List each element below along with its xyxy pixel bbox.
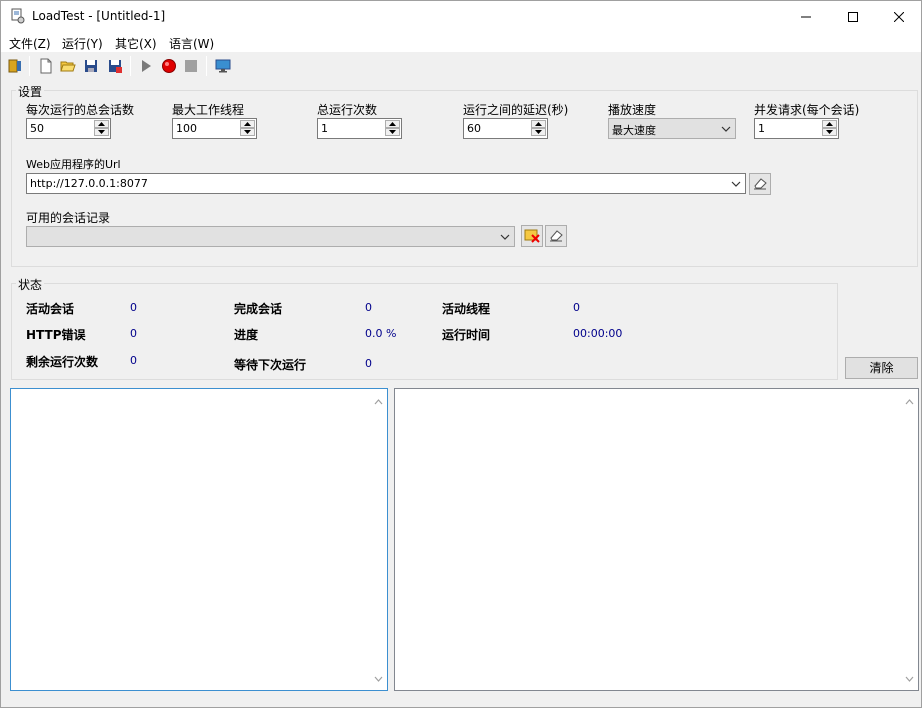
run-time-label: 运行时间 [442,328,491,342]
max-threads-spinner[interactable]: 100 [172,118,257,139]
waiting-next-label: 等待下次运行 [234,358,307,372]
close-button[interactable] [876,1,922,32]
menu-run[interactable]: 运行(Y) [62,34,103,53]
status-bar [1,693,921,707]
scroll-down-icon[interactable] [374,671,383,685]
toolbar-separator [206,56,207,76]
toolbar [1,52,921,80]
clear-url-button[interactable] [749,173,771,195]
sessions-label: 可用的会话记录 [26,211,111,225]
record-icon[interactable] [159,56,179,76]
spin-down-icon[interactable] [385,128,400,136]
scroll-up-icon[interactable] [374,394,383,408]
new-file-icon[interactable] [36,56,56,76]
http-errors-value: 0 [130,327,137,340]
waiting-next-value: 0 [365,357,372,370]
toolbar-separator [130,56,131,76]
scroll-down-icon[interactable] [905,671,914,685]
menu-other[interactable]: 其它(X) [115,34,157,53]
right-output-pane[interactable] [394,388,919,691]
progress-value: 0.0 % [365,327,397,340]
active-sessions-value: 0 [130,301,137,314]
active-threads-value: 0 [573,301,580,314]
total-runs-value: 1 [321,122,328,135]
title-bar: LoadTest - [Untitled-1] [1,1,921,32]
maximize-button[interactable] [830,1,876,32]
spin-down-icon[interactable] [240,128,255,136]
chevron-down-icon [720,123,732,135]
status-group-label: 状态 [16,276,45,293]
run-time-value: 00:00:00 [573,327,623,340]
sessions-combo[interactable] [26,226,515,247]
delay-label: 运行之间的延迟(秒) [463,103,569,117]
playback-speed-select[interactable]: 最大速度 [608,118,736,139]
app-window: LoadTest - [Untitled-1] 文件(Z) 运行(Y) 其它(X… [0,0,922,708]
chevron-down-icon [499,231,511,243]
clear-session-button[interactable] [545,225,567,247]
spin-up-icon[interactable] [240,120,255,128]
clear-button[interactable]: 清除 [845,357,918,379]
menu-file[interactable]: 文件(Z) [9,34,51,53]
save-as-icon[interactable] [105,56,125,76]
max-threads-label: 最大工作线程 [172,103,245,117]
minimize-button[interactable] [783,1,829,32]
save-icon[interactable] [81,56,101,76]
menu-bar: 文件(Z) 运行(Y) 其它(X) 语言(W) [1,32,921,52]
concurrent-label: 并发请求(每个会话) [754,103,860,117]
spin-up-icon[interactable] [94,120,109,128]
total-runs-spinner[interactable]: 1 [317,118,402,139]
remaining-runs-label: 剩余运行次数 [26,355,99,369]
active-sessions-label: 活动会话 [26,302,75,316]
playback-speed-value: 最大速度 [612,124,656,137]
progress-label: 进度 [234,328,259,342]
left-scrollbar[interactable] [370,389,387,690]
completed-sessions-value: 0 [365,301,372,314]
url-value: http://127.0.0.1:8077 [30,177,148,190]
completed-sessions-label: 完成会话 [234,302,283,316]
max-threads-value: 100 [176,122,197,135]
settings-group-label: 设置 [16,83,45,100]
spin-down-icon[interactable] [822,128,837,136]
spin-up-icon[interactable] [531,120,546,128]
app-icon [10,8,26,24]
delete-session-icon [524,227,540,246]
sessions-per-run-label: 每次运行的总会话数 [26,103,135,117]
url-combo[interactable]: http://127.0.0.1:8077 [26,173,746,194]
concurrent-value: 1 [758,122,765,135]
remove-session-button[interactable] [521,225,543,247]
total-runs-label: 总运行次数 [317,103,378,117]
concurrent-spinner[interactable]: 1 [754,118,839,139]
right-scrollbar[interactable] [901,389,918,690]
left-output-pane[interactable] [10,388,388,691]
delay-spinner[interactable]: 60 [463,118,548,139]
exit-icon[interactable] [5,56,25,76]
active-threads-label: 活动线程 [442,302,491,316]
sessions-per-run-spinner[interactable]: 50 [26,118,111,139]
delay-value: 60 [467,122,481,135]
window-title: LoadTest - [Untitled-1] [32,9,166,23]
remaining-runs-value: 0 [130,354,137,367]
eraser-icon [752,175,768,194]
play-icon[interactable] [136,56,156,76]
url-label: Web应用程序的Url [26,158,121,171]
toolbar-separator [29,56,30,76]
spin-up-icon[interactable] [822,120,837,128]
monitor-icon[interactable] [213,56,233,76]
sessions-per-run-value: 50 [30,122,44,135]
spin-down-icon[interactable] [531,128,546,136]
open-folder-icon[interactable] [58,56,78,76]
chevron-down-icon [730,178,742,190]
spin-up-icon[interactable] [385,120,400,128]
eraser-icon [548,227,564,246]
spin-down-icon[interactable] [94,128,109,136]
playback-speed-label: 播放速度 [608,103,657,117]
http-errors-label: HTTP错误 [26,328,86,342]
menu-language[interactable]: 语言(W) [169,34,214,53]
stop-icon[interactable] [181,56,201,76]
scroll-up-icon[interactable] [905,394,914,408]
